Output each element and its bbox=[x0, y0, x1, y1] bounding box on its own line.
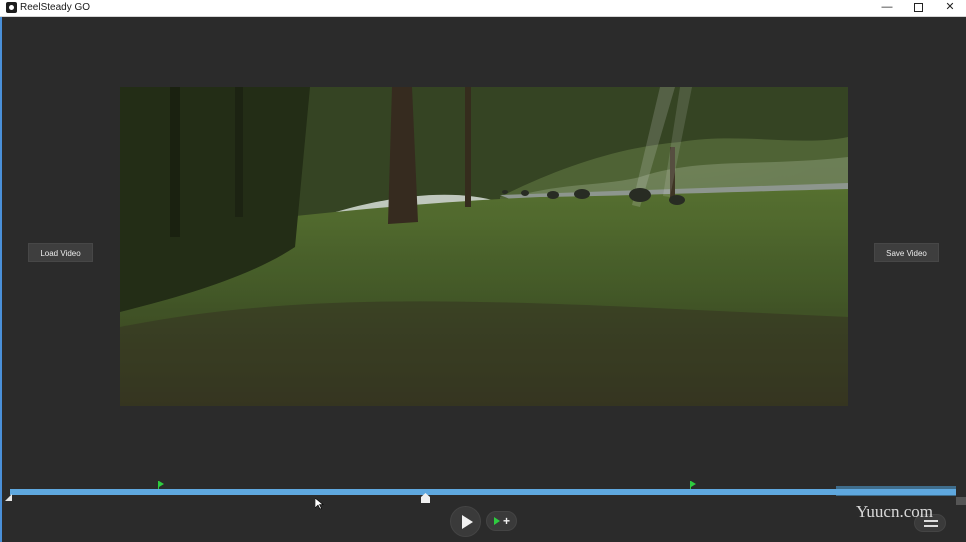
load-video-button[interactable]: Load Video bbox=[28, 243, 93, 262]
window-edge bbox=[0, 17, 2, 542]
maximize-button[interactable] bbox=[902, 0, 934, 16]
window-title: ReelSteady GO bbox=[20, 2, 91, 13]
mouse-cursor-icon bbox=[314, 497, 324, 510]
playhead-icon bbox=[421, 493, 430, 503]
timeline-track[interactable] bbox=[10, 489, 956, 495]
video-preview bbox=[120, 87, 848, 406]
minimize-button[interactable]: — bbox=[871, 0, 903, 16]
add-marker-button[interactable]: + bbox=[486, 511, 517, 531]
close-icon: ✕ bbox=[945, 1, 955, 13]
close-button[interactable]: ✕ bbox=[934, 0, 966, 16]
title-bar: ReelSteady GO — ✕ bbox=[0, 0, 966, 17]
app-icon bbox=[6, 2, 17, 13]
sync-marker-2[interactable] bbox=[690, 481, 696, 489]
timeline-end-cap bbox=[956, 497, 966, 505]
maximize-icon bbox=[914, 3, 923, 12]
sync-marker-1[interactable] bbox=[158, 481, 164, 489]
trim-start-handle[interactable] bbox=[5, 494, 12, 501]
save-video-button[interactable]: Save Video bbox=[874, 243, 939, 262]
watermark-text: Yuucn.com bbox=[856, 502, 933, 521]
play-button[interactable] bbox=[450, 506, 481, 537]
plus-icon: + bbox=[503, 514, 511, 528]
flag-icon bbox=[494, 517, 500, 525]
video-frame-image bbox=[120, 87, 848, 406]
playhead-handle[interactable] bbox=[421, 493, 430, 503]
minimize-icon: — bbox=[881, 1, 893, 13]
play-icon bbox=[462, 515, 473, 529]
